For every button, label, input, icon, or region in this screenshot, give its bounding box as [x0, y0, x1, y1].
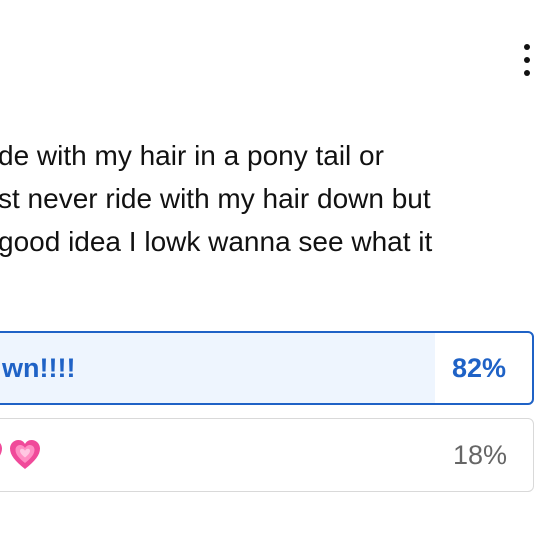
poll-option-percent: 82%: [451, 352, 506, 383]
kebab-dot: [524, 70, 530, 76]
poll-option-label: wn!!!!: [2, 352, 76, 383]
post-text-line: good idea I lowk wanna see what it: [0, 226, 433, 257]
more-options-icon[interactable]: [512, 40, 542, 80]
post-text: de with my hair in a pony tail or st nev…: [0, 134, 560, 263]
poll-option-2[interactable]: 18%: [0, 418, 534, 492]
poll-option-emoji: [0, 419, 43, 491]
kebab-dot: [524, 57, 530, 63]
poll-option-1[interactable]: wn!!!! 82%: [0, 331, 534, 405]
post-text-line: de with my hair in a pony tail or: [0, 140, 384, 171]
post-text-line: st never ride with my hair down but: [0, 183, 431, 214]
growing-heart-icon: [10, 440, 40, 469]
kebab-dot: [524, 44, 530, 50]
growing-heart-icon: [0, 443, 2, 456]
poll-option-percent: 18%: [452, 439, 507, 470]
